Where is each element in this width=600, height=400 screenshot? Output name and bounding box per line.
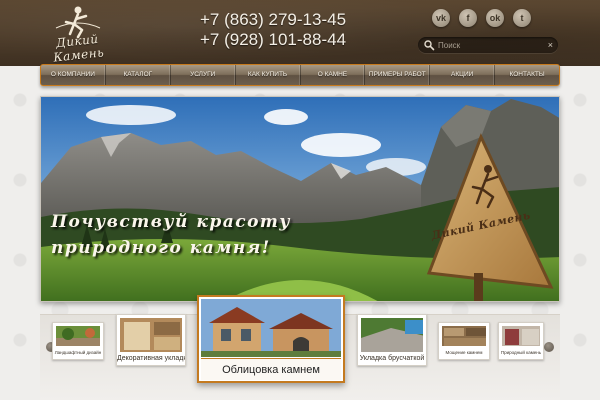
search-icon[interactable] [423,39,435,51]
vk-icon[interactable]: vk [432,9,450,27]
gallery-item-label: Природный камень [500,350,542,355]
gallery-item-landscape[interactable]: Ландшафтный дизайн [52,322,104,360]
phone-number-1[interactable]: +7 (863) 279-13-45 [200,10,350,30]
landscape-design-image [56,326,100,346]
social-links: vk f ok t [432,9,562,31]
phone-number-2[interactable]: +7 (928) 101-88-44 [200,30,350,50]
paving-image [361,318,423,352]
gallery-next-arrow-icon[interactable] [544,342,554,352]
gallery-item-decorative[interactable]: Декоративная укладка [116,314,186,366]
main-navigation: О компании Каталог Услуги Как купить О к… [40,64,560,86]
nav-item-services[interactable]: Услуги [171,65,236,85]
stone-paving-image [442,326,486,346]
gallery-item-label: Мощение камнем [445,350,483,355]
gallery-item-label: Ландшафтный дизайн [54,350,102,355]
featured-label: Облицовка камнем [201,358,341,380]
hero-banner[interactable]: Почувствуй красоту природного камня! Дик… [40,96,560,302]
nav-item-portfolio[interactable]: Примеры работ [365,65,431,85]
gallery-item-featured[interactable]: Облицовка камнем [197,295,345,383]
stone-cladding-house-image [201,299,341,357]
gallery-item-label: Укладка брусчаткой [359,355,425,362]
gallery-item-stone-paving[interactable]: Мощение камнем [438,322,490,360]
nav-item-promotions[interactable]: Акции [430,65,496,85]
contact-phones: +7 (863) 279-13-45 +7 (928) 101-88-44 [200,10,350,50]
gallery-item-label: Декоративная укладка [117,355,185,362]
nav-item-about-stone[interactable]: О камне [301,65,366,85]
hero-slogan: Почувствуй красоту природного камня! [51,209,381,261]
search-box: × [418,37,558,53]
nav-item-about[interactable]: О компании [41,65,106,85]
gallery-item-paving[interactable]: Укладка брусчаткой [357,314,427,366]
nav-item-contacts[interactable]: Контакты [495,65,559,85]
mountain-landscape-image [41,97,559,301]
nav-item-how-to-buy[interactable]: Как купить [236,65,301,85]
clear-search-icon[interactable]: × [548,38,553,52]
decorative-laying-image [120,318,182,352]
odnoklassniki-icon[interactable]: ok [486,9,504,27]
site-logo[interactable]: Дикий Камень [38,4,118,65]
natural-stone-image [502,326,540,346]
gallery-item-natural-stone[interactable]: Природный камень [498,322,544,360]
twitter-icon[interactable]: t [513,9,531,27]
slogan-line-1: Почувствуй красоту [51,212,292,232]
slogan-line-2: природного камня! [51,238,271,258]
site-header: Дикий Камень +7 (863) 279-13-45 +7 (928)… [0,0,600,66]
nav-item-catalog[interactable]: Каталог [106,65,171,85]
search-input[interactable] [438,38,538,52]
facebook-icon[interactable]: f [459,9,477,27]
